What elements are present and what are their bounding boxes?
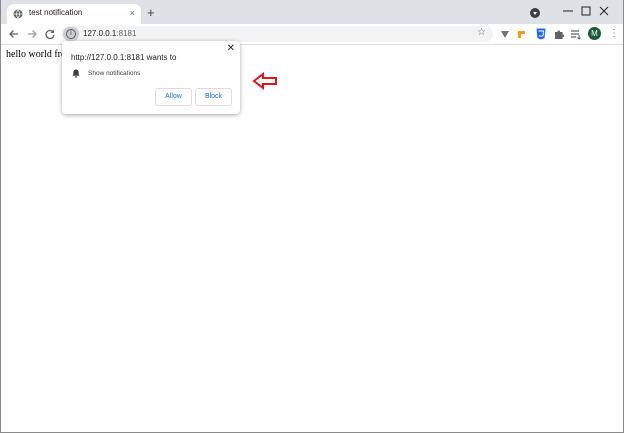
page-text: hello world fror bbox=[6, 49, 70, 60]
extension-v-icon[interactable] bbox=[499, 28, 511, 40]
bell-icon bbox=[72, 69, 80, 78]
window-close-icon bbox=[599, 6, 609, 16]
minimize-icon bbox=[563, 10, 573, 12]
window-close-button[interactable] bbox=[592, 3, 616, 19]
url-host: 127.0.0.1 bbox=[83, 29, 117, 38]
globe-icon bbox=[13, 9, 23, 19]
star-icon[interactable]: ☆ bbox=[477, 27, 486, 38]
browser-window: test notification × + i 127.0.0.1:8181 ☆… bbox=[0, 0, 624, 433]
url-text: 127.0.0.1:8181 bbox=[83, 29, 136, 38]
notification-permission-prompt: ✕ http://127.0.0.1:8181 wants to Show no… bbox=[62, 41, 240, 114]
tab-title: test notification bbox=[29, 8, 83, 17]
plus-icon[interactable]: + bbox=[147, 6, 155, 19]
close-icon[interactable]: ✕ bbox=[227, 44, 235, 54]
annotation-arrow-icon bbox=[252, 72, 277, 90]
tab-strip: test notification × + bbox=[1, 0, 623, 24]
allow-button[interactable]: Allow bbox=[155, 88, 192, 106]
puzzle-icon[interactable] bbox=[553, 28, 565, 40]
block-button[interactable]: Block bbox=[195, 88, 232, 106]
avatar[interactable]: M bbox=[588, 27, 601, 40]
tab-test-notification[interactable]: test notification × bbox=[7, 4, 141, 24]
prompt-heading: http://127.0.0.1:8181 wants to bbox=[71, 53, 177, 62]
kebab-menu-icon[interactable]: ⋮ bbox=[609, 28, 619, 39]
reading-list-icon[interactable] bbox=[570, 28, 582, 40]
address-bar[interactable]: i 127.0.0.1:8181 bbox=[61, 26, 493, 42]
reload-icon[interactable] bbox=[43, 27, 57, 41]
forward-icon[interactable] bbox=[25, 27, 39, 41]
info-icon: i bbox=[66, 29, 76, 39]
close-icon[interactable]: × bbox=[130, 8, 135, 18]
profile-dropdown-icon[interactable] bbox=[530, 8, 540, 18]
site-info-button[interactable]: i bbox=[63, 27, 79, 41]
back-icon[interactable] bbox=[7, 27, 21, 41]
extension-orange-icon[interactable] bbox=[516, 28, 528, 40]
maximize-icon bbox=[581, 6, 591, 16]
css3-icon[interactable] bbox=[535, 28, 547, 40]
permission-label: Show notifications bbox=[88, 70, 141, 77]
url-port: :8181 bbox=[116, 29, 137, 38]
